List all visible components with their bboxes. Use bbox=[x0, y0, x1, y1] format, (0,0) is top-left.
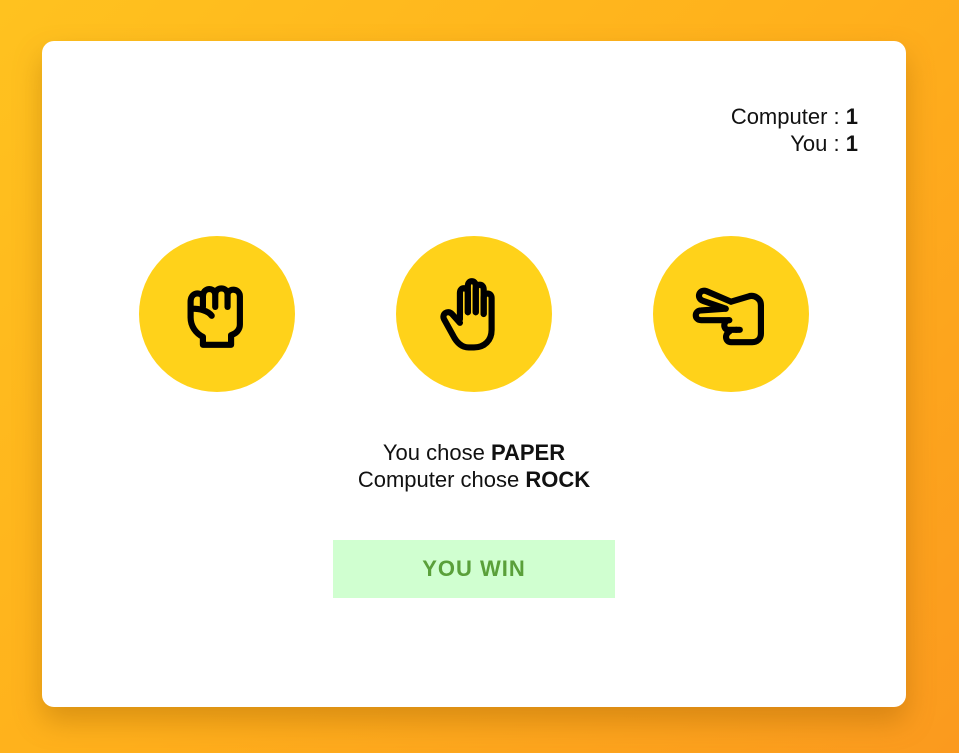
verdict-banner: YOU WIN bbox=[333, 540, 615, 598]
computer-choice-line: Computer chose ROCK bbox=[42, 466, 906, 493]
scissors-hand-icon bbox=[692, 287, 764, 346]
rock-fist-icon bbox=[187, 285, 243, 348]
computer-score: Computer : 1 bbox=[731, 103, 858, 130]
you-score: You : 1 bbox=[731, 130, 858, 157]
paper-hand-icon bbox=[440, 278, 495, 351]
your-choice-prefix: You chose bbox=[382, 440, 491, 465]
your-choice-value: PAPER bbox=[490, 440, 566, 465]
choices-row bbox=[42, 236, 906, 392]
scissors-button[interactable] bbox=[653, 236, 809, 392]
you-score-label: You : bbox=[790, 131, 846, 156]
computer-choice-prefix: Computer chose bbox=[357, 467, 526, 492]
your-choice-line: You chose PAPER bbox=[42, 439, 906, 466]
rock-button[interactable] bbox=[139, 236, 295, 392]
scoreboard: Computer : 1 You : 1 bbox=[731, 103, 858, 157]
computer-choice-value: ROCK bbox=[525, 467, 591, 492]
game-card: Computer : 1 You : 1 You chose PAPER Com… bbox=[42, 41, 906, 707]
paper-button[interactable] bbox=[396, 236, 552, 392]
computer-score-value: 1 bbox=[845, 104, 858, 129]
round-result: You chose PAPER Computer chose ROCK bbox=[42, 439, 906, 493]
you-score-value: 1 bbox=[845, 131, 858, 156]
computer-score-label: Computer : bbox=[730, 104, 846, 129]
